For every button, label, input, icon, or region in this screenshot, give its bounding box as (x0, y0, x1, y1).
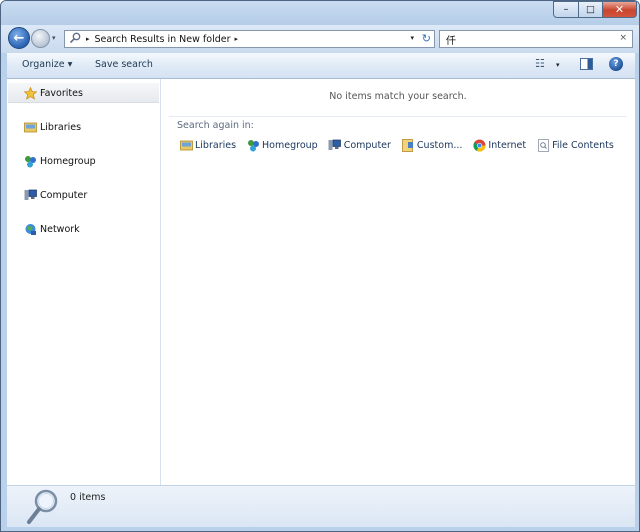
empty-message: No items match your search. (329, 91, 467, 102)
computer-icon (23, 188, 37, 202)
refresh-icon[interactable]: ↻ (422, 32, 431, 45)
document-search-icon (536, 138, 550, 152)
help-icon: ? (613, 59, 619, 69)
search-again-label-custom: Custom... (416, 139, 463, 151)
custom-folder-icon (401, 138, 415, 152)
search-again-label-libraries: Libraries (195, 139, 237, 151)
nav-label-computer: Computer (40, 189, 88, 201)
breadcrumb-separator-icon[interactable]: ▸ (86, 35, 90, 43)
network-icon (23, 222, 37, 236)
search-again-label-computer: Computer (343, 139, 391, 151)
explorer-window: – □ ✕ ← ▾ ▸ Search Results in New folder… (0, 0, 640, 532)
search-query: 仟 (446, 36, 456, 47)
nav-label-homegroup: Homegroup (40, 155, 96, 167)
minimize-button[interactable]: – (553, 1, 579, 18)
view-options-dropdown[interactable]: ▾ (556, 61, 560, 69)
homegroup-icon (23, 154, 37, 168)
nav-label-favorites: Favorites (40, 87, 83, 99)
nav-label-network: Network (40, 223, 80, 235)
search-again-libraries[interactable]: Libraries (179, 138, 236, 152)
search-again-file-contents[interactable]: File Contents (536, 138, 614, 152)
section-divider (169, 116, 627, 117)
close-icon: ✕ (614, 3, 625, 16)
nav-item-libraries[interactable]: Libraries (23, 120, 81, 134)
search-again-label-internet: Internet (488, 139, 527, 151)
close-button[interactable]: ✕ (602, 1, 637, 18)
organize-button[interactable]: Organize ▾ (22, 59, 72, 70)
forward-button[interactable] (31, 29, 50, 48)
back-button[interactable]: ← (8, 27, 30, 49)
maximize-icon: □ (586, 4, 595, 15)
search-input[interactable]: 仟 × (439, 30, 633, 48)
minimize-icon: – (563, 4, 569, 15)
item-count: 0 items (70, 492, 106, 503)
search-again-options: Libraries Homegroup Computer Custom... I… (179, 138, 624, 152)
nav-item-computer[interactable]: Computer (23, 188, 87, 202)
maximize-button[interactable]: □ (578, 1, 603, 18)
homegroup-icon (246, 138, 260, 152)
breadcrumb-current[interactable]: Search Results in New folder (95, 34, 231, 45)
back-arrow-icon: ← (13, 30, 25, 46)
nav-item-favorites[interactable]: Favorites (23, 86, 83, 100)
search-again-label-homegroup: Homegroup (262, 139, 318, 151)
search-again-homegroup[interactable]: Homegroup (246, 138, 318, 152)
search-folder-icon (68, 32, 82, 46)
search-again-label: Search again in: (177, 120, 254, 131)
preview-pane-icon[interactable] (580, 58, 593, 70)
address-bar[interactable]: ▸ Search Results in New folder ▸ ▾ ↻ (64, 30, 435, 48)
search-again-custom[interactable]: Custom... (401, 138, 462, 152)
nav-label-libraries: Libraries (40, 121, 82, 133)
magnifier-icon (27, 489, 58, 524)
help-button[interactable]: ? (609, 57, 623, 71)
change-view-icon[interactable]: ☷ (535, 57, 545, 70)
clear-search-icon[interactable]: × (619, 33, 627, 43)
breadcrumb-child-arrow-icon[interactable]: ▸ (235, 35, 239, 43)
nav-item-homegroup[interactable]: Homegroup (23, 154, 96, 168)
libraries-icon (179, 138, 193, 152)
libraries-icon (23, 120, 37, 134)
computer-icon (328, 138, 342, 152)
file-list[interactable]: No items match your search. Search again… (161, 79, 635, 485)
browser-icon (472, 138, 486, 152)
search-again-computer[interactable]: Computer (328, 138, 391, 152)
recent-pages-dropdown[interactable]: ▾ (52, 34, 56, 42)
save-search-button[interactable]: Save search (95, 59, 153, 70)
search-again-internet[interactable]: Internet (472, 138, 526, 152)
star-icon (23, 86, 37, 100)
navigation-bar: ← ▾ ▸ Search Results in New folder ▸ ▾ ↻… (1, 25, 639, 53)
title-bar[interactable]: – □ ✕ (1, 1, 639, 25)
address-history-dropdown[interactable]: ▾ (410, 34, 414, 42)
command-bar: Organize ▾ Save search ☷ ▾ ? (7, 53, 635, 79)
navigation-pane: Favorites Libraries Homegroup Computer N… (7, 79, 161, 485)
search-again-label-file-contents: File Contents (552, 139, 614, 151)
details-pane: 0 items (7, 485, 635, 527)
nav-item-network[interactable]: Network (23, 222, 80, 236)
